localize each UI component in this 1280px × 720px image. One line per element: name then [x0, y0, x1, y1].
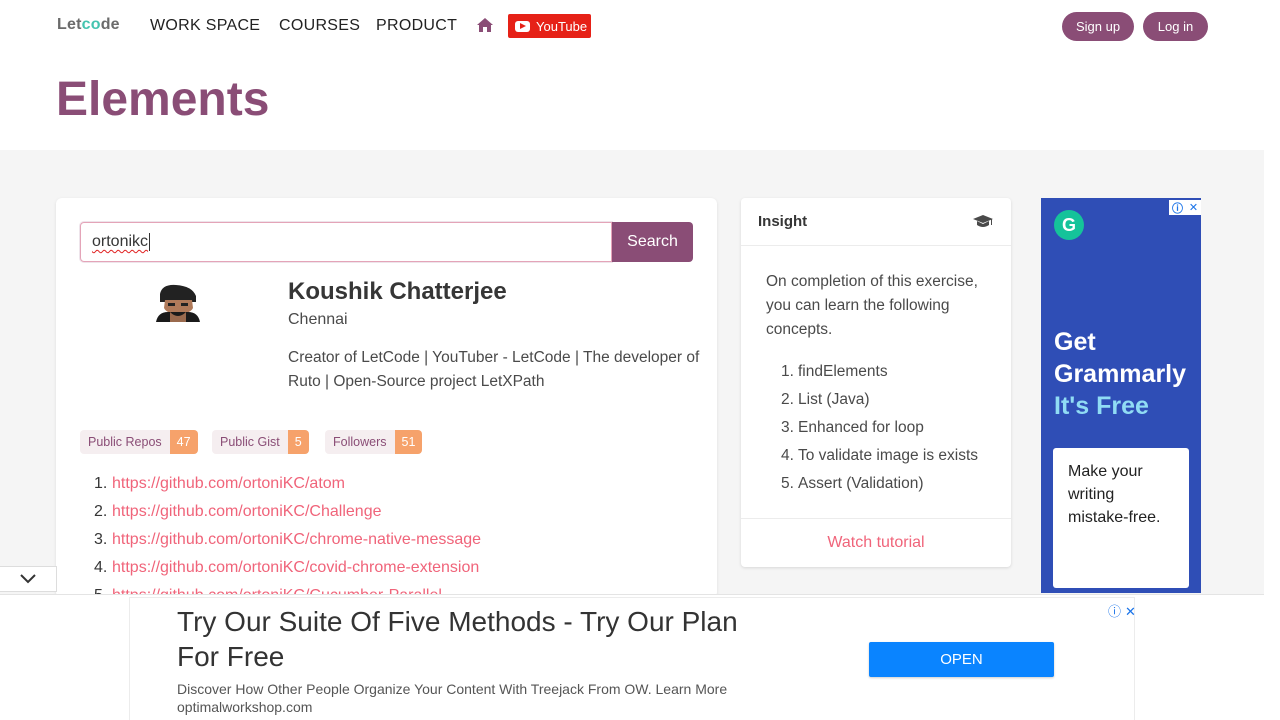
github-search-card: ortonikc Search Koushik Chatterjee Chenn… [56, 198, 717, 598]
search-input[interactable]: ortonikc [80, 222, 612, 262]
insight-intro: On completion of this exercise, you can … [766, 273, 978, 338]
grammarly-ad[interactable]: G ⓘ ✕ Get Grammarly It's Free Make your … [1041, 198, 1201, 593]
youtube-button[interactable]: YouTube [508, 14, 591, 38]
profile-name: Koushik Chatterjee [288, 278, 507, 305]
ad-url: optimalworkshop.com [177, 699, 313, 715]
list-item: 3. https://github.com/ortoniKC/chrome-nat… [94, 531, 482, 548]
profile-location: Chennai [288, 311, 348, 328]
nav-courses[interactable]: COURSES [279, 17, 360, 35]
signup-button[interactable]: Sign up [1062, 12, 1134, 41]
bottom-ad-banner: Try Our Suite Of Five Methods - Try Our … [0, 594, 1264, 720]
insight-footer: Watch tutorial [741, 518, 1011, 567]
grammarly-logo: G [1054, 210, 1084, 240]
avatar [156, 284, 200, 322]
graduation-cap-icon [973, 215, 993, 227]
public-gist-tag: Public Gist 5 [212, 430, 309, 454]
nav-workspace[interactable]: WORK SPACE [150, 17, 260, 35]
repo-list: 1. https://github.com/ortoniKC/atom 2. htt… [94, 470, 481, 598]
profile-bio: Creator of LetCode | YouTuber - LetCode … [288, 349, 700, 390]
letcode-logo[interactable]: Letcode [57, 16, 120, 34]
list-item: 1. findElements [781, 363, 888, 380]
tag-value: 51 [394, 430, 423, 454]
top-navbar: Letcode WORK SPACE COURSES PRODUCT YouTu… [0, 0, 1264, 52]
concept-list: 1. findElements 2. List (Java) 3. Enhanced … [781, 358, 978, 498]
tag-value: 5 [287, 430, 309, 454]
info-icon[interactable]: ⓘ [1172, 200, 1183, 216]
ad-headline: Get Grammarly It's Free [1054, 328, 1187, 420]
info-icon[interactable]: ⓘ [1108, 604, 1121, 619]
list-item: 3. Enhanced for loop [781, 419, 924, 436]
repo-link[interactable]: https://github.com/ortoniKC/covid-chrome… [112, 559, 479, 576]
insight-header: Insight [741, 198, 1011, 246]
close-icon[interactable]: ✕ [1125, 604, 1136, 619]
close-icon[interactable]: ✕ [1189, 201, 1198, 214]
collapse-ad-button[interactable] [0, 566, 57, 592]
youtube-label: YouTube [536, 18, 588, 34]
repo-link[interactable]: https://github.com/ortoniKC/atom [112, 475, 345, 492]
tag-label: Followers [325, 430, 395, 454]
nav-product[interactable]: PRODUCT [376, 17, 457, 35]
list-item: 2. https://github.com/ortoniKC/Challenge [94, 503, 382, 520]
youtube-icon [515, 20, 530, 32]
followers-tag: Followers 51 [325, 430, 423, 454]
repo-link[interactable]: https://github.com/ortoniKC/Challenge [112, 503, 381, 520]
watch-tutorial-link[interactable]: Watch tutorial [827, 534, 924, 552]
list-item: 2. List (Java) [781, 391, 870, 408]
ad-open-button[interactable]: OPEN [869, 642, 1054, 677]
home-icon[interactable] [476, 17, 494, 33]
list-item: 1. https://github.com/ortoniKC/atom [94, 475, 345, 492]
ad-controls: ⓘ ✕ [1104, 601, 1136, 620]
ad-description: Discover How Other People Organize Your … [177, 681, 728, 697]
tag-label: Public Gist [212, 430, 288, 454]
tag-label: Public Repos [80, 430, 170, 454]
chevron-down-icon [20, 574, 36, 584]
list-item: 4. To validate image is exists [781, 447, 979, 464]
ad-content[interactable]: Try Our Suite Of Five Methods - Try Our … [129, 597, 1136, 720]
ad-controls: ⓘ ✕ [1169, 200, 1201, 215]
list-item: 4. https://github.com/ortoniKC/covid-chro… [94, 559, 480, 576]
tag-value: 47 [169, 430, 198, 454]
repo-link[interactable]: https://github.com/ortoniKC/chrome-nativ… [112, 531, 481, 548]
login-button[interactable]: Log in [1143, 12, 1208, 41]
page-title: Elements [56, 73, 270, 126]
insight-card: Insight On completion of this exercise, … [741, 198, 1011, 567]
insight-title: Insight [758, 213, 808, 230]
ad-title[interactable]: Try Our Suite Of Five Methods - Try Our … [177, 604, 777, 674]
search-button[interactable]: Search [612, 222, 693, 262]
public-repos-tag: Public Repos 47 [80, 430, 198, 454]
ad-message-box: Make your writing mistake-free. [1053, 448, 1189, 588]
list-item: 5. Assert (Validation) [781, 475, 924, 492]
